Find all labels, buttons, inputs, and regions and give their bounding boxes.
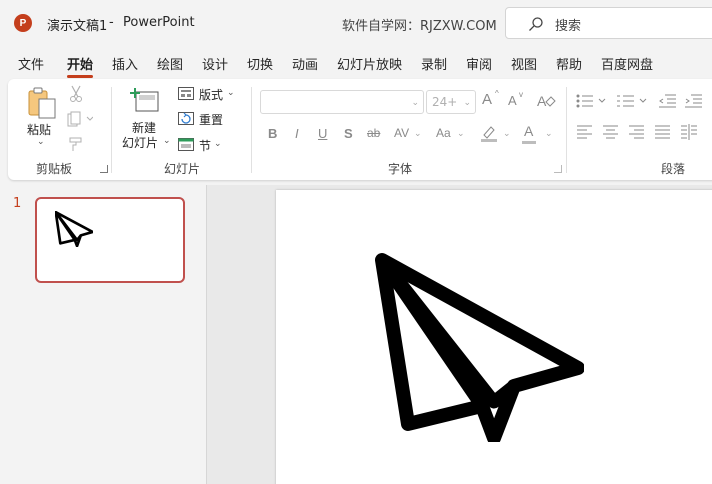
layout-icon xyxy=(178,87,194,100)
font-name-select[interactable]: ⌄ xyxy=(260,90,424,114)
font-size-chevron-icon: ⌄ xyxy=(463,98,471,108)
justify-icon[interactable] xyxy=(655,125,671,139)
tab-record[interactable]: 录制 xyxy=(421,54,447,73)
font-launcher-icon[interactable] xyxy=(554,165,562,173)
reset-icon xyxy=(178,112,194,125)
reset-button[interactable]: 重置 xyxy=(178,110,238,128)
new-slide-button[interactable]: 新建 幻灯片 ⌄ xyxy=(120,87,174,153)
paste-icon xyxy=(28,87,56,119)
layout-label: 版式 xyxy=(199,88,224,102)
numbering-icon[interactable] xyxy=(617,93,647,109)
columns-icon[interactable] xyxy=(681,124,697,140)
italic-button[interactable]: I xyxy=(295,126,299,141)
shrink-font-button[interactable]: A xyxy=(508,93,517,108)
highlight-icon[interactable] xyxy=(480,123,498,143)
font-color-chevron-icon: ⌄ xyxy=(545,129,553,139)
title-separator: - xyxy=(109,15,114,30)
slide-editor-canvas xyxy=(207,185,712,484)
powerpoint-logo-icon: P xyxy=(14,14,35,32)
title-bar: P 演示文稿1 - PowerPoint 软件自学网：RJZXW.COM 搜索 xyxy=(0,0,712,46)
shadow-button[interactable]: S xyxy=(344,126,353,141)
paper-plane-icon[interactable] xyxy=(374,252,584,442)
tab-home[interactable]: 开始 xyxy=(67,54,94,78)
paste-chevron-icon: ⌄ xyxy=(37,137,45,147)
decrease-indent-icon[interactable] xyxy=(659,93,677,109)
tab-design[interactable]: 设计 xyxy=(202,54,228,73)
font-color-swatch xyxy=(522,141,536,144)
underline-button[interactable]: U xyxy=(318,126,327,141)
clipboard-group-label: 剪贴板 xyxy=(36,162,73,176)
font-color-button[interactable]: A xyxy=(524,123,533,139)
tab-baidu-netdisk[interactable]: 百度网盘 xyxy=(601,54,653,73)
tab-transitions[interactable]: 切换 xyxy=(247,54,273,73)
ribbon-divider xyxy=(251,87,252,173)
slide[interactable] xyxy=(276,190,712,484)
section-chevron-icon: ⌄ xyxy=(214,139,222,149)
increase-indent-icon[interactable] xyxy=(685,93,703,109)
layout-chevron-icon: ⌄ xyxy=(227,88,235,98)
font-group-label: 字体 xyxy=(388,162,413,176)
bold-button[interactable]: B xyxy=(268,126,277,141)
new-slide-chevron-icon: ⌄ xyxy=(163,136,171,146)
ribbon-tabs: 文件 开始 插入 绘图 设计 切换 动画 幻灯片放映 录制 审阅 视图 帮助 百… xyxy=(0,50,712,78)
app-name: PowerPoint xyxy=(123,15,195,30)
tab-slideshow[interactable]: 幻灯片放映 xyxy=(337,54,402,73)
tab-review[interactable]: 审阅 xyxy=(466,54,492,73)
tab-help[interactable]: 帮助 xyxy=(556,54,582,73)
tab-insert[interactable]: 插入 xyxy=(112,54,138,73)
align-left-icon[interactable] xyxy=(577,125,593,139)
clipboard-launcher-icon[interactable] xyxy=(100,165,108,173)
clear-format-icon[interactable]: A xyxy=(536,92,556,110)
ribbon: 粘贴 ⌄ 剪贴板 新建 幻灯片 ⌄ 版式 ⌄ 重置 节 ⌄ 幻灯片 ⌄ 24+ … xyxy=(8,79,712,180)
tab-file[interactable]: 文件 xyxy=(18,54,44,73)
font-size-value: 24+ xyxy=(432,95,458,109)
slide-thumbnail[interactable] xyxy=(35,197,185,283)
search-input[interactable]: 搜索 xyxy=(505,7,712,39)
format-painter-icon[interactable] xyxy=(68,136,86,152)
tab-view[interactable]: 视图 xyxy=(511,54,537,73)
font-name-chevron-icon: ⌄ xyxy=(411,98,419,108)
align-right-icon[interactable] xyxy=(629,125,645,139)
ribbon-divider xyxy=(111,87,112,173)
highlight-chevron-icon: ⌄ xyxy=(503,129,511,139)
section-label: 节 xyxy=(199,139,212,153)
paste-button[interactable]: 粘贴 ⌄ xyxy=(24,87,58,149)
align-center-icon[interactable] xyxy=(603,125,619,139)
paragraph-group-label: 段落 xyxy=(661,162,686,176)
watermark-text: 软件自学网：RJZXW.COM xyxy=(342,19,497,34)
paste-label: 粘贴 xyxy=(27,123,52,137)
slide-number: 1 xyxy=(13,196,22,211)
layout-button[interactable]: 版式 ⌄ xyxy=(178,85,238,103)
font-size-select[interactable]: 24+ ⌄ xyxy=(426,90,476,114)
new-slide-icon xyxy=(130,88,159,112)
section-icon xyxy=(178,138,194,151)
reset-label: 重置 xyxy=(199,113,224,127)
strikethrough-button[interactable]: ab xyxy=(367,126,380,140)
svg-text:A: A xyxy=(537,93,547,109)
search-placeholder: 搜索 xyxy=(555,19,582,34)
change-case-button[interactable]: Aa xyxy=(436,126,451,140)
case-chevron-icon: ⌄ xyxy=(457,129,465,139)
grow-font-button[interactable]: A xyxy=(482,91,492,108)
search-icon xyxy=(529,17,543,31)
document-title: 演示文稿1 xyxy=(47,19,108,34)
slides-group-label: 幻灯片 xyxy=(164,162,201,176)
bullets-icon[interactable] xyxy=(576,93,606,109)
grow-font-arrow-icon: ^ xyxy=(495,89,499,98)
tab-animations[interactable]: 动画 xyxy=(292,54,318,73)
shrink-font-arrow-icon: v xyxy=(519,90,523,99)
new-slide-label-line2: 幻灯片 xyxy=(122,136,159,150)
tab-draw[interactable]: 绘图 xyxy=(157,54,183,73)
character-spacing-button[interactable]: AV xyxy=(394,126,409,140)
ribbon-divider xyxy=(566,87,567,173)
section-button[interactable]: 节 ⌄ xyxy=(178,136,238,154)
paper-plane-thumbnail-icon xyxy=(55,211,93,247)
spacing-chevron-icon: ⌄ xyxy=(414,129,422,139)
cut-icon[interactable] xyxy=(68,85,84,103)
slide-thumbnail-pane: 1 xyxy=(0,185,207,484)
copy-icon[interactable] xyxy=(67,111,93,127)
